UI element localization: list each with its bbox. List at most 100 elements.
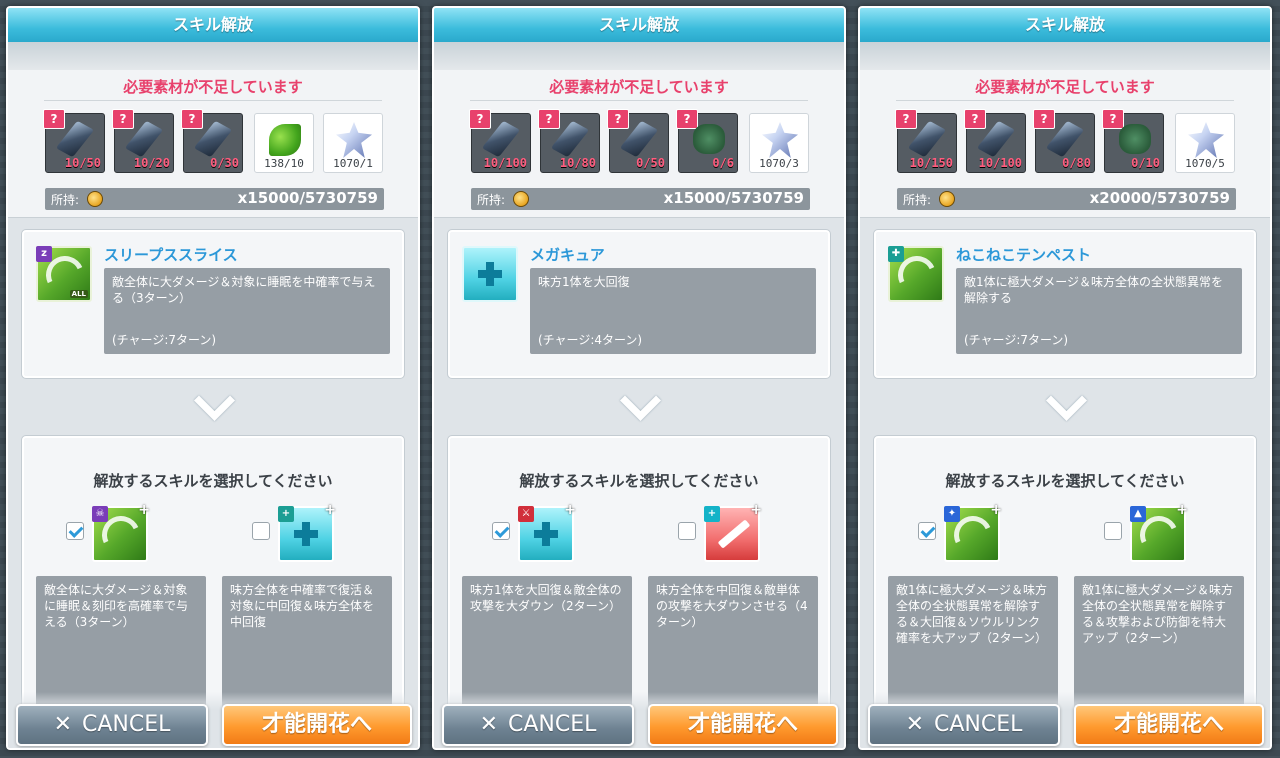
header-ghost <box>434 42 844 70</box>
material-slot[interactable]: ? 10/100 <box>964 109 1026 173</box>
panel-header: スキル解放 <box>8 8 418 42</box>
material-slot[interactable]: ? 0/80 <box>1033 109 1095 173</box>
material-slot[interactable]: 1070/3 <box>749 113 809 173</box>
close-icon: ✕ <box>479 712 499 737</box>
ice-crystal-icon <box>336 122 372 158</box>
talent-bloom-button[interactable]: 才能開花へ <box>1074 704 1264 746</box>
material-count: 0/30 <box>210 156 239 170</box>
sword-down-icon[interactable]: + + <box>704 502 762 562</box>
missing-icon: ? <box>676 109 698 129</box>
herb-icon <box>693 124 725 154</box>
divider <box>896 100 1234 101</box>
wind-buff-icon[interactable]: ▲ + <box>1130 502 1188 562</box>
plus-icon <box>534 522 558 546</box>
material-slot[interactable]: ? 10/150 <box>895 109 957 173</box>
material-slot[interactable]: ? 0/10 <box>1102 109 1164 173</box>
chevron-down-icon <box>1046 392 1086 416</box>
skill-desc-text: 敵全体に大ダメージ＆対象に睡眠を中確率で与える（3ターン） <box>112 275 376 305</box>
material-slot[interactable]: ? 10/80 <box>538 109 600 173</box>
current-skill-card: ✚ ねこねこテンペスト 敵1体に極大ダメージ＆味方全体の全状態異常を解除する (… <box>874 230 1256 378</box>
material-slot[interactable]: 1070/5 <box>1175 113 1235 173</box>
cancel-button[interactable]: ✕ CANCEL <box>868 704 1060 746</box>
skill-charge: (チャージ:4ターン) <box>538 333 643 347</box>
material-slot[interactable]: 138/10 <box>254 113 314 173</box>
material-slot[interactable]: ? 0/30 <box>181 109 243 173</box>
footer-bar: ✕ CANCEL 才能開花へ <box>8 692 418 748</box>
skill-name: メガキュア <box>530 246 605 264</box>
owned-label: 所持: <box>51 193 80 207</box>
all-target-icon: ALL <box>69 290 88 298</box>
skill-description: 味方1体を大回復 (チャージ:4ターン) <box>530 268 816 354</box>
missing-icon: ? <box>1033 109 1055 129</box>
material-count: 10/80 <box>559 156 596 170</box>
talent-bloom-button[interactable]: 才能開花へ <box>222 704 412 746</box>
material-count: 10/150 <box>909 156 953 170</box>
owned-value: x15000/5730759 <box>663 189 804 207</box>
gold-coin-icon <box>513 191 529 207</box>
plus-icon: + <box>990 502 1002 518</box>
plus-icon: + <box>138 502 150 518</box>
material-count: 1070/1 <box>333 157 373 170</box>
heal-attack-down-icon[interactable]: ⚔ + <box>518 502 576 562</box>
option-checkbox[interactable] <box>252 522 270 540</box>
gold-coin-icon <box>939 191 955 207</box>
skill-description: 敵全体に大ダメージ＆対象に睡眠を中確率で与える（3ターン） (チャージ:7ターン… <box>104 268 390 354</box>
chevron-down-icon <box>620 392 660 416</box>
option-checkbox[interactable] <box>66 522 84 540</box>
cancel-button[interactable]: ✕ CANCEL <box>16 704 208 746</box>
material-count: 1070/3 <box>759 157 799 170</box>
gold-coin-icon <box>87 191 103 207</box>
missing-icon: ? <box>469 109 491 129</box>
material-slot[interactable]: ? 10/20 <box>112 109 174 173</box>
owned-label: 所持: <box>903 193 932 207</box>
skill-charge: (チャージ:7ターン) <box>964 333 1069 347</box>
cancel-button[interactable]: ✕ CANCEL <box>442 704 634 746</box>
select-title: 解放するスキルを選択してください <box>945 472 1185 490</box>
material-slot[interactable]: 1070/1 <box>323 113 383 173</box>
select-title: 解放するスキルを選択してください <box>93 472 333 490</box>
divider <box>44 100 382 101</box>
material-slot[interactable]: ? 10/100 <box>469 109 531 173</box>
materials-section: 必要素材が不足しています ? 10/150 ? 10/100 ? 0/80 ? 0/10… <box>860 70 1270 218</box>
herb-icon <box>1119 124 1151 154</box>
plus-icon <box>294 522 318 546</box>
poison-slash-icon[interactable]: ☠ + <box>92 502 150 562</box>
option-checkbox[interactable] <box>492 522 510 540</box>
option-checkbox[interactable] <box>678 522 696 540</box>
skill-charge: (チャージ:7ターン) <box>112 333 217 347</box>
skill-name: ねこねこテンペスト <box>956 246 1092 264</box>
material-slot[interactable]: ? 0/50 <box>607 109 669 173</box>
panel-header: スキル解放 <box>860 8 1270 42</box>
materials-row: ? 10/100 ? 10/80 ? 0/50 ? 0/6 1070/3 <box>469 109 811 173</box>
sleep-badge-icon: z <box>36 246 52 262</box>
missing-icon: ? <box>1102 109 1124 129</box>
material-slot[interactable]: ? 10/50 <box>43 109 105 173</box>
missing-icon: ? <box>43 109 65 129</box>
talent-bloom-button[interactable]: 才能開花へ <box>648 704 838 746</box>
skill-release-panel: スキル解放 必要素材が不足しています ? 10/50 ? 10/20 ? 0/30 1… <box>6 6 420 750</box>
material-count: 10/100 <box>483 156 527 170</box>
wing-badge-icon: ✦ <box>944 506 960 522</box>
material-warning: 必要素材が不足しています <box>975 78 1155 96</box>
sword-icon <box>717 519 751 549</box>
missing-icon: ? <box>538 109 560 129</box>
skull-badge-icon: ☠ <box>92 506 108 522</box>
ice-crystal-icon <box>762 122 798 158</box>
footer-bar: ✕ CANCEL 才能開花へ <box>434 692 844 748</box>
plus-icon: + <box>564 502 576 518</box>
missing-icon: ? <box>112 109 134 129</box>
material-count: 10/20 <box>133 156 170 170</box>
plus-icon: + <box>750 502 762 518</box>
heal-badge-icon: + <box>704 506 720 522</box>
owned-coins-bar: 所持: x15000/5730759 <box>45 188 384 210</box>
sleep-slash-icon: z ALL <box>36 246 92 302</box>
current-skill-card: z ALL スリープススライス 敵全体に大ダメージ＆対象に睡眠を中確率で与える（3… <box>22 230 404 378</box>
material-warning: 必要素材が不足しています <box>123 78 303 96</box>
material-slot[interactable]: ? 0/6 <box>676 109 738 173</box>
option-checkbox[interactable] <box>1104 522 1122 540</box>
wind-soul-icon[interactable]: ✦ + <box>944 502 1002 562</box>
option-checkbox[interactable] <box>918 522 936 540</box>
heal-badge-icon: + <box>278 506 294 522</box>
cleanse-badge-icon: ✚ <box>888 246 904 262</box>
revive-heal-icon[interactable]: + + <box>278 502 336 562</box>
